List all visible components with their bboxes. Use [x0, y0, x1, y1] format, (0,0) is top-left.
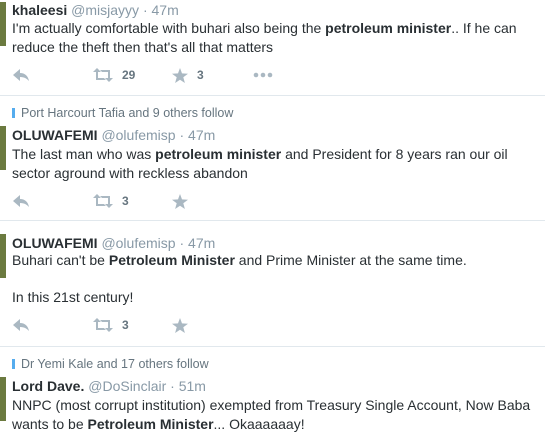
- favorite-button[interactable]: 3: [172, 67, 204, 83]
- tweet-text: Buhari can't be Petroleum Minister and P…: [12, 252, 467, 268]
- avatar[interactable]: [0, 2, 6, 46]
- more-icon: [253, 72, 273, 78]
- retweet-count: 3: [122, 194, 129, 208]
- tweet-actions: 3: [0, 317, 545, 333]
- username[interactable]: @olufemisp: [101, 127, 175, 143]
- display-name[interactable]: Lord Dave.: [12, 378, 84, 394]
- favorite-button[interactable]: [172, 193, 188, 209]
- more-button[interactable]: [253, 67, 273, 83]
- follow-indicator-icon: [12, 108, 15, 118]
- retweet-icon: [93, 318, 113, 332]
- social-context[interactable]: Dr Yemi Kale and 17 others follow: [12, 357, 209, 371]
- reply-icon: [13, 195, 29, 207]
- tweet[interactable]: Dr Yemi Kale and 17 others follow Lord D…: [0, 347, 545, 438]
- retweet-icon: [93, 194, 113, 208]
- timestamp[interactable]: 47m: [188, 235, 215, 251]
- avatar[interactable]: [0, 234, 6, 278]
- timestamp[interactable]: 47m: [152, 2, 179, 18]
- separator: ·: [142, 2, 148, 18]
- reply-icon: [13, 69, 29, 81]
- tweet[interactable]: OLUWAFEMI @olufemisp · 47m Buhari can't …: [0, 221, 545, 347]
- retweet-button[interactable]: 3: [93, 317, 129, 333]
- retweet-icon: [93, 68, 113, 82]
- display-name[interactable]: khaleesi: [12, 2, 67, 18]
- tweet[interactable]: Port Harcourt Tafia and 9 others follow …: [0, 96, 545, 221]
- tweet-actions: 3: [0, 193, 545, 209]
- keyword-highlight: petroleum minister: [325, 20, 452, 36]
- tweet[interactable]: khaleesi @misjayyy · 47m I'm actually co…: [0, 0, 545, 96]
- retweet-button[interactable]: 29: [93, 67, 135, 83]
- timestamp[interactable]: 47m: [188, 127, 215, 143]
- avatar[interactable]: [0, 126, 6, 170]
- reply-icon: [13, 319, 29, 331]
- reply-button[interactable]: [12, 193, 30, 209]
- follow-indicator-icon: [12, 359, 15, 369]
- keyword-highlight: Petroleum Minister: [87, 416, 214, 432]
- favorite-count: 3: [197, 68, 204, 82]
- favorite-button[interactable]: [172, 317, 188, 333]
- tweet-text: NNPC (most corrupt institution) exempted…: [12, 397, 531, 432]
- tweet-text: The last man who was petroleum minister …: [12, 146, 508, 181]
- keyword-highlight: petroleum minister: [155, 146, 282, 162]
- separator: ·: [179, 235, 185, 251]
- star-icon: [172, 67, 188, 83]
- star-icon: [172, 317, 188, 333]
- retweet-count: 3: [122, 318, 129, 332]
- username[interactable]: @DoSinclair: [88, 378, 166, 394]
- reply-button[interactable]: [12, 317, 30, 333]
- avatar[interactable]: [0, 377, 6, 421]
- username[interactable]: @misjayyy: [71, 2, 139, 18]
- keyword-highlight: Petroleum Minister: [108, 252, 235, 268]
- tweet-header: OLUWAFEMI @olufemisp · 47m: [12, 234, 215, 252]
- tweet-header: OLUWAFEMI @olufemisp · 47m: [12, 126, 215, 144]
- star-icon: [172, 193, 188, 209]
- display-name[interactable]: OLUWAFEMI: [12, 235, 98, 251]
- tweet-text: I'm actually comfortable with buhari als…: [12, 20, 517, 55]
- separator: ·: [170, 378, 175, 394]
- display-name[interactable]: OLUWAFEMI: [12, 127, 98, 143]
- tweet-header: khaleesi @misjayyy · 47m: [12, 1, 179, 19]
- timestamp[interactable]: 51m: [179, 378, 206, 394]
- tweet-header: Lord Dave. @DoSinclair · 51m: [12, 377, 206, 395]
- username[interactable]: @olufemisp: [101, 235, 175, 251]
- social-context[interactable]: Port Harcourt Tafia and 9 others follow: [12, 106, 233, 120]
- tweet-text-line-2: In this 21st century!: [12, 289, 134, 305]
- retweet-button[interactable]: 3: [93, 193, 129, 209]
- retweet-count: 29: [122, 68, 136, 82]
- tweet-actions: 29 3: [0, 67, 545, 83]
- separator: ·: [179, 127, 185, 143]
- reply-button[interactable]: [12, 67, 30, 83]
